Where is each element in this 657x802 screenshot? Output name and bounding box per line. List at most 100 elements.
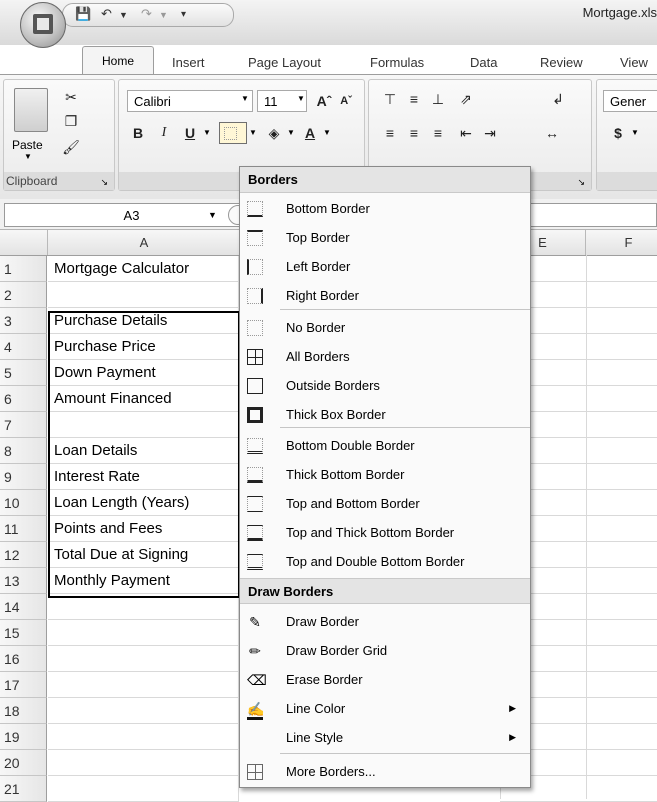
cell-a12[interactable]: Total Due at Signing xyxy=(48,542,239,568)
menu-item-bottom-double-border[interactable]: Bottom Double Border xyxy=(240,431,530,460)
grow-font-icon[interactable]: Aˆ xyxy=(313,90,335,112)
cell-a10[interactable]: Loan Length (Years) xyxy=(48,490,239,516)
row-header[interactable]: 15 xyxy=(0,620,47,646)
column-header-f[interactable]: F xyxy=(586,230,657,255)
tab-formulas[interactable]: Formulas xyxy=(370,52,424,74)
row-header[interactable]: 11 xyxy=(0,516,47,542)
cell-a13[interactable]: Monthly Payment xyxy=(48,568,239,594)
format-painter-icon[interactable]: 🖌 xyxy=(60,136,82,158)
number-format-box[interactable]: Gener xyxy=(603,90,657,112)
menu-item-top-and-bottom-border[interactable]: Top and Bottom Border xyxy=(240,489,530,518)
tab-data[interactable]: Data xyxy=(470,52,497,74)
tab-view[interactable]: View xyxy=(620,52,648,74)
redo-dropdown-icon[interactable]: ▼ xyxy=(159,10,168,20)
borders-button[interactable] xyxy=(219,122,247,144)
menu-item-left-border[interactable]: Left Border xyxy=(240,252,530,281)
menu-item-top-and-thick-bottom-border[interactable]: Top and Thick Bottom Border xyxy=(240,518,530,547)
align-bottom-icon[interactable]: ⊥ xyxy=(427,88,449,110)
row-header[interactable]: 14 xyxy=(0,594,47,620)
row-header[interactable]: 18 xyxy=(0,698,47,724)
cell-a16[interactable] xyxy=(48,646,239,672)
currency-format-button[interactable]: $ xyxy=(607,122,629,144)
select-all-corner[interactable] xyxy=(0,230,48,255)
row-header[interactable]: 10 xyxy=(0,490,47,516)
menu-item-bottom-border[interactable]: Bottom Border xyxy=(240,194,530,223)
cell-a14[interactable] xyxy=(48,594,239,620)
orientation-icon[interactable]: ⇗ xyxy=(455,88,477,110)
menu-item-thick-bottom-border[interactable]: Thick Bottom Border xyxy=(240,460,530,489)
name-box[interactable]: A3 xyxy=(4,203,259,227)
italic-button[interactable]: I xyxy=(153,122,175,144)
currency-dropdown-icon[interactable]: ▼ xyxy=(631,128,639,137)
row-header[interactable]: 17 xyxy=(0,672,47,698)
cell-a1[interactable]: Mortgage Calculator xyxy=(48,256,239,282)
cell-a4[interactable]: Purchase Price xyxy=(48,334,239,360)
customize-toolbar-icon[interactable]: ▾ xyxy=(181,9,186,20)
row-header[interactable]: 16 xyxy=(0,646,47,672)
row-header[interactable]: 12 xyxy=(0,542,47,568)
wrap-text-icon[interactable]: ↲ xyxy=(547,88,569,110)
paste-button[interactable]: Paste xyxy=(12,138,43,152)
row-header[interactable]: 21 xyxy=(0,776,47,802)
undo-dropdown-icon[interactable]: ▼ xyxy=(119,10,128,20)
cell-a3[interactable]: Purchase Details xyxy=(48,308,239,334)
row-header[interactable]: 1 xyxy=(0,256,47,282)
fill-color-icon[interactable]: ◈ xyxy=(263,122,285,144)
font-color-dropdown-icon[interactable]: ▼ xyxy=(323,128,331,137)
paste-icon[interactable] xyxy=(14,88,48,132)
tab-home[interactable]: Home xyxy=(82,46,154,75)
align-right-icon[interactable]: ≡ xyxy=(427,122,449,144)
menu-item-right-border[interactable]: Right Border xyxy=(240,281,530,310)
underline-button[interactable]: U xyxy=(179,122,201,144)
align-center-icon[interactable]: ≡ xyxy=(403,122,425,144)
menu-item-thick-box-border[interactable]: Thick Box Border xyxy=(240,400,530,429)
cell-a7[interactable] xyxy=(48,412,239,438)
menu-item-no-border[interactable]: No Border xyxy=(240,313,530,342)
formula-input[interactable] xyxy=(530,203,657,227)
tab-page-layout[interactable]: Page Layout xyxy=(248,52,321,74)
save-icon[interactable]: 💾 xyxy=(75,6,91,22)
dialog-launcher-icon[interactable]: ↘ xyxy=(100,177,108,188)
menu-item-all-borders[interactable]: All Borders xyxy=(240,342,530,371)
cell-a8[interactable]: Loan Details xyxy=(48,438,239,464)
cell-a5[interactable]: Down Payment xyxy=(48,360,239,386)
copy-icon[interactable]: ❐ xyxy=(60,110,82,132)
tab-insert[interactable]: Insert xyxy=(172,52,205,74)
paste-dropdown-icon[interactable]: ▼ xyxy=(24,152,32,161)
align-top-icon[interactable]: ⊤ xyxy=(379,88,401,110)
fill-color-dropdown-icon[interactable]: ▼ xyxy=(287,128,295,137)
menu-item-line-style[interactable]: Line Style ▶ xyxy=(240,723,530,752)
cell-a19[interactable] xyxy=(48,724,239,750)
tab-review[interactable]: Review xyxy=(540,52,583,74)
menu-item-draw-border[interactable]: ✎ Draw Border xyxy=(240,607,530,636)
shrink-font-icon[interactable]: Aˇ xyxy=(335,90,357,112)
row-header[interactable]: 13 xyxy=(0,568,47,594)
cut-icon[interactable]: ✂ xyxy=(60,86,82,108)
row-header[interactable]: 20 xyxy=(0,750,47,776)
font-color-button[interactable]: A xyxy=(299,122,321,144)
cell-a11[interactable]: Points and Fees xyxy=(48,516,239,542)
borders-dropdown-icon[interactable]: ▼ xyxy=(249,128,257,137)
cell-a20[interactable] xyxy=(48,750,239,776)
menu-item-line-color[interactable]: ✍ Line Color ▶ xyxy=(240,694,530,723)
alignment-dialog-launcher-icon[interactable]: ↘ xyxy=(577,177,585,188)
menu-item-outside-borders[interactable]: Outside Borders xyxy=(240,371,530,400)
menu-item-top-and-double-bottom-border[interactable]: Top and Double Bottom Border xyxy=(240,547,530,576)
column-header-a[interactable]: A xyxy=(48,230,241,255)
redo-icon[interactable]: ↷ xyxy=(141,6,152,22)
menu-item-top-border[interactable]: Top Border xyxy=(240,223,530,252)
merge-center-icon[interactable]: ↔ xyxy=(541,122,563,144)
align-left-icon[interactable]: ≡ xyxy=(379,122,401,144)
font-name-box[interactable]: Calibri xyxy=(127,90,253,112)
row-header[interactable]: 7 xyxy=(0,412,47,438)
row-header[interactable]: 8 xyxy=(0,438,47,464)
font-name-dropdown-icon[interactable]: ▼ xyxy=(241,94,249,103)
row-header[interactable]: 4 xyxy=(0,334,47,360)
row-header[interactable]: 3 xyxy=(0,308,47,334)
undo-icon[interactable]: ↶ xyxy=(101,6,112,22)
increase-indent-icon[interactable]: ⇥ xyxy=(479,122,501,144)
bold-button[interactable]: B xyxy=(127,122,149,144)
row-header[interactable]: 6 xyxy=(0,386,47,412)
underline-dropdown-icon[interactable]: ▼ xyxy=(203,128,211,137)
menu-item-erase-border[interactable]: ⌫ Erase Border xyxy=(240,665,530,694)
